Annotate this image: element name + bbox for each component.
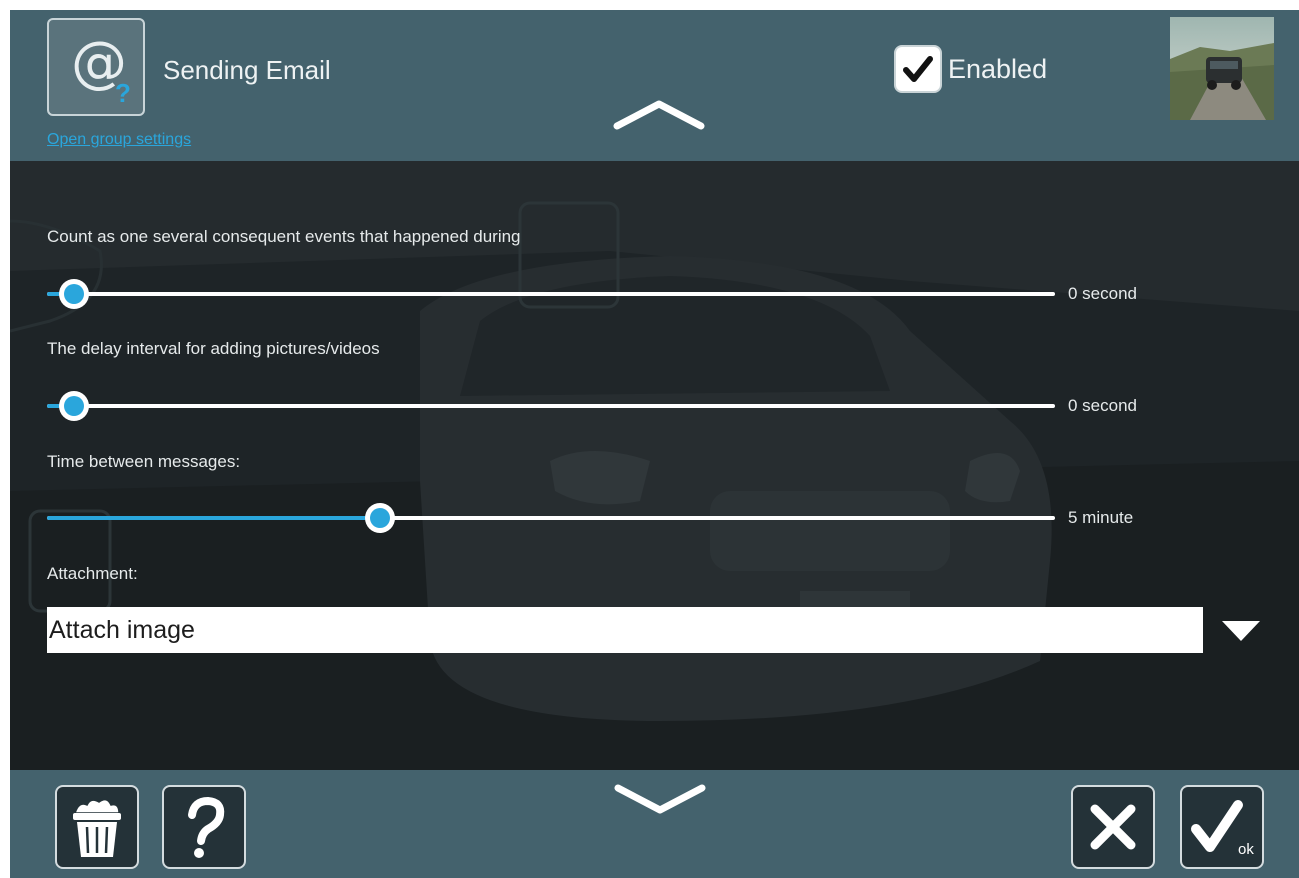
header-bar: @ ? Sending Email Open group settings En… <box>10 10 1299 161</box>
merge-events-value: 0 second <box>1068 284 1137 303</box>
slider-knob[interactable] <box>59 391 90 421</box>
page-title: Sending Email <box>163 55 331 85</box>
settings-panel: Count as one several consequent events t… <box>10 161 1299 770</box>
question-mark-icon <box>188 796 225 858</box>
time-between-value: 5 minute <box>1068 508 1134 527</box>
delete-button[interactable] <box>55 785 139 869</box>
enabled-label: Enabled <box>948 53 1048 84</box>
email-action-settings-window: @ ? Sending Email Open group settings En… <box>10 10 1299 878</box>
footer-toolbar: ok <box>10 770 1299 878</box>
email-action-icon[interactable]: @ ? <box>47 18 145 116</box>
merge-events-slider[interactable] <box>47 279 1055 309</box>
slider-fill <box>47 516 380 520</box>
help-button[interactable] <box>162 785 246 869</box>
checkmark-icon <box>903 56 933 82</box>
chevron-up-icon[interactable] <box>613 98 705 130</box>
time-between-slider[interactable] <box>47 503 1055 533</box>
trash-bin-icon <box>73 798 121 857</box>
ok-badge: ok <box>1238 841 1254 858</box>
question-mark-icon: ? <box>115 78 131 108</box>
chevron-down-icon[interactable] <box>614 784 706 814</box>
slider-track <box>47 292 1055 296</box>
attachment-select[interactable]: Attach image <box>47 607 1203 653</box>
open-group-settings-link[interactable]: Open group settings <box>47 131 191 149</box>
enabled-checkbox[interactable] <box>894 45 942 93</box>
enabled-toggle[interactable]: Enabled <box>894 43 1047 95</box>
ok-button[interactable]: ok <box>1180 785 1264 869</box>
slider-track <box>47 404 1055 408</box>
delay-interval-value: 0 second <box>1068 396 1137 415</box>
attachment-label: Attachment: <box>47 564 138 583</box>
time-between-label: Time between messages: <box>47 452 241 471</box>
delay-interval-label: The delay interval for adding pictures/v… <box>47 339 380 358</box>
close-icon <box>1090 804 1136 850</box>
delay-interval-slider[interactable] <box>47 391 1055 421</box>
slider-knob[interactable] <box>364 503 395 533</box>
merge-events-label: Count as one several consequent events t… <box>47 227 521 246</box>
camera-snapshot-thumbnail[interactable] <box>1170 17 1274 120</box>
slider-knob[interactable] <box>59 279 90 309</box>
cancel-button[interactable] <box>1071 785 1155 869</box>
dropdown-arrow-icon[interactable] <box>1222 621 1260 641</box>
